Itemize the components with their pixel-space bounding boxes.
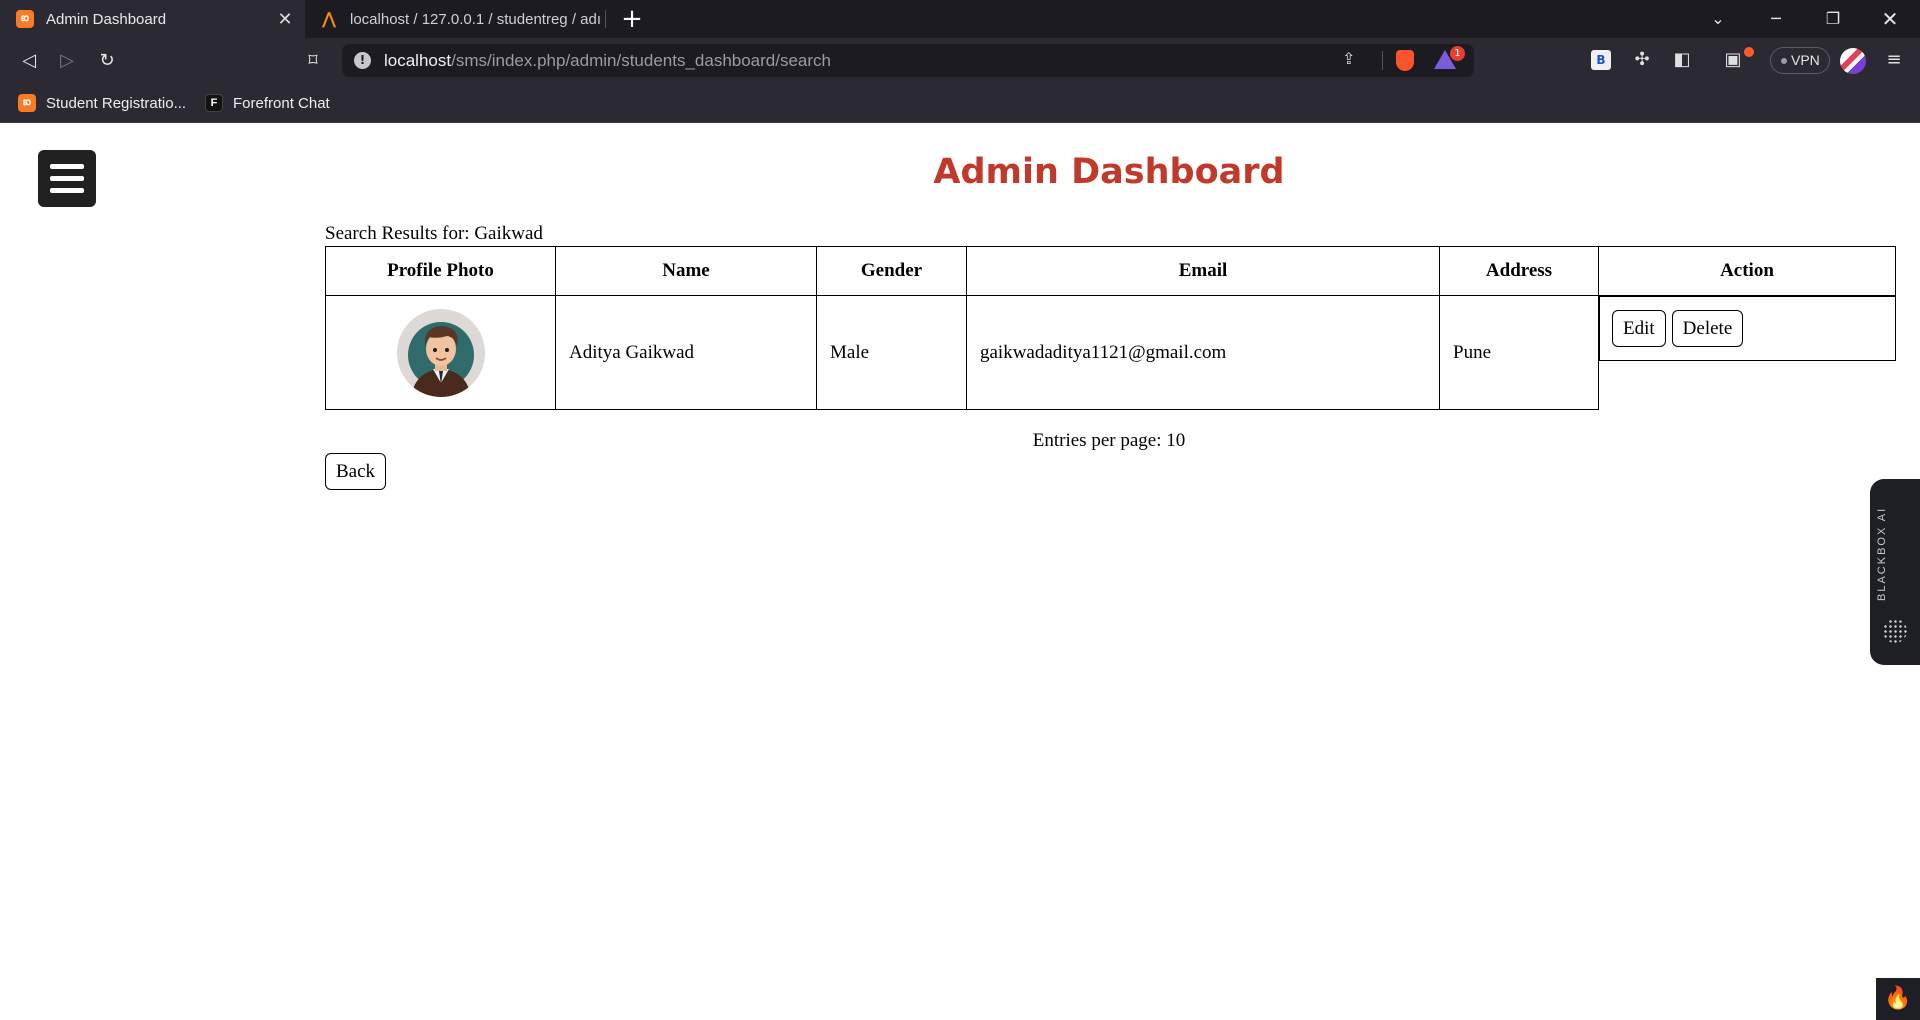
sidebar-toggle-icon[interactable]: ◧ (1670, 48, 1694, 72)
header-action: Action (1598, 246, 1896, 296)
bookmarks-bar: ఐ Student Registratio... F Forefront Cha… (0, 83, 1920, 123)
minimize-button[interactable]: ─ (1748, 0, 1804, 38)
blackbox-ai-widget[interactable]: BLACKBOX AI (1870, 479, 1920, 665)
profile-photo-cell (325, 295, 556, 410)
vpn-button[interactable]: VPN (1770, 47, 1830, 74)
table-header-row: Profile Photo Name Gender Email Address … (325, 246, 1896, 296)
bookmark-icon[interactable]: ⌑ (298, 46, 328, 76)
edit-button[interactable]: Edit (1612, 310, 1666, 347)
avatar-illustration (396, 308, 485, 397)
site-info-icon[interactable]: ! (354, 52, 371, 69)
bookmark-forefront-chat[interactable]: F Forefront Chat (205, 83, 330, 123)
restore-button[interactable]: ❐ (1805, 0, 1861, 38)
close-window-button[interactable]: ✕ (1862, 0, 1918, 38)
address-bar[interactable]: ! localhost/sms/index.php/admin/students… (342, 44, 1474, 77)
back-nav-icon[interactable]: ◁ (14, 46, 44, 76)
xampp-icon: ఐ (18, 94, 36, 112)
header-email: Email (966, 246, 1440, 296)
student-gender-cell: Male (816, 295, 967, 410)
entries-per-page: Entries per page: 10 (1032, 430, 1186, 451)
student-address-cell: Pune (1439, 295, 1599, 410)
table-row: Aditya Gaikwad Male gaikwadaditya1121@gm… (325, 295, 1896, 410)
students-table: Profile Photo Name Gender Email Address … (325, 246, 1896, 410)
tab-admin-dashboard[interactable]: ఐ Admin Dashboard ✕ (0, 0, 305, 38)
student-name-cell: Aditya Gaikwad (555, 295, 817, 410)
student-email-cell: gaikwadaditya1121@gmail.com (966, 295, 1440, 410)
profile-avatar[interactable] (1840, 48, 1866, 74)
wallet-icon[interactable]: ▣ (1720, 48, 1746, 72)
brave-shields-icon[interactable] (1396, 50, 1414, 71)
page-title: Admin Dashboard (933, 152, 1285, 192)
share-icon[interactable]: ⇪ (1342, 49, 1355, 68)
profile-avatar-photo (396, 308, 485, 397)
action-box: Edit Delete (1599, 296, 1896, 361)
extensions-puzzle-icon[interactable]: ✣ (1630, 48, 1654, 72)
forefront-icon: F (205, 94, 223, 112)
search-results-label: Search Results for: Gaikwad (325, 223, 543, 244)
forward-nav-icon[interactable]: ▷ (52, 46, 82, 76)
bookmark-label: Forefront Chat (233, 94, 330, 112)
action-cell: Edit Delete (1599, 296, 1896, 410)
browser-toolbar: ◁ ▷ ↻ ⌑ ! localhost/sms/index.php/admin/… (0, 38, 1920, 83)
tab-title: Admin Dashboard (46, 10, 167, 28)
reload-icon[interactable]: ↻ (92, 46, 122, 76)
menu-hamburger-icon[interactable]: ≡ (1882, 48, 1906, 72)
new-tab-button[interactable]: + (618, 4, 646, 34)
header-address: Address (1439, 246, 1599, 296)
vpn-status-dot (1781, 58, 1787, 65)
xampp-icon: ఐ (16, 10, 34, 28)
tab-title: localhost / 127.0.0.1 / studentreg / adı (350, 10, 602, 28)
blackbox-logo-icon (1883, 619, 1907, 643)
address-divider (1382, 51, 1383, 70)
url-text[interactable]: localhost/sms/index.php/admin/students_d… (384, 51, 831, 71)
back-button[interactable]: Back (325, 453, 387, 490)
flame-icon[interactable]: 🔥 (1876, 978, 1920, 1020)
header-name: Name (555, 246, 817, 296)
url-path: /sms/index.php/admin/students_dashboard/… (451, 51, 832, 70)
delete-button[interactable]: Delete (1671, 310, 1744, 347)
header-profile-photo: Profile Photo (325, 246, 556, 296)
wallet-badge (1744, 47, 1754, 57)
bookmark-label: Student Registratio... (46, 94, 187, 112)
blackbox-ai-label: BLACKBOX AI (1876, 506, 1888, 602)
phpmyadmin-icon: ⋀ (322, 11, 336, 28)
tab-list-chevron-icon[interactable]: ⌄ (1690, 0, 1746, 38)
tab-phpmyadmin[interactable]: ⋀ localhost / 127.0.0.1 / studentreg / a… (308, 0, 608, 38)
tab-bar: ఐ Admin Dashboard ✕ ⋀ localhost / 127.0.… (0, 0, 1920, 38)
close-tab-icon[interactable]: ✕ (275, 9, 295, 30)
extension-b-icon[interactable]: B (1591, 50, 1611, 70)
vpn-label: VPN (1791, 52, 1820, 68)
url-host: localhost (384, 51, 452, 70)
bookmark-student-registration[interactable]: ఐ Student Registratio... (18, 83, 186, 123)
header-gender: Gender (816, 246, 967, 296)
tab-separator (605, 10, 606, 28)
page-viewport: Admin Dashboard Search Results for: Gaik… (0, 124, 1920, 1020)
rewards-badge: 1 (1450, 46, 1465, 61)
